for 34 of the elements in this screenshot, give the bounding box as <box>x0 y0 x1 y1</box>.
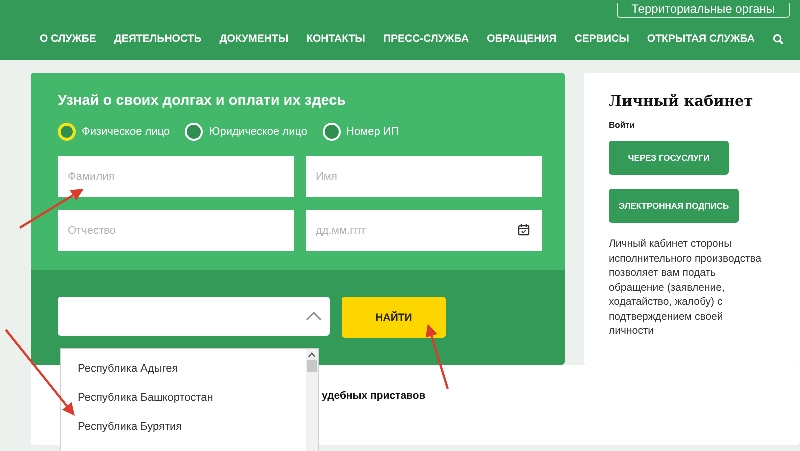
territorial-bodies-button[interactable]: Территориальные органы <box>616 3 790 18</box>
annotation-arrow <box>426 324 450 390</box>
person-type-radio[interactable]: Физическое лицо <box>58 123 170 141</box>
scrollbar-thumb[interactable] <box>307 360 317 372</box>
input-field[interactable]: Отчество <box>58 210 294 251</box>
login-option-button[interactable]: ЧЕРЕЗ ГОСУСЛУГИ <box>609 141 729 175</box>
calendar-icon[interactable] <box>518 224 530 236</box>
nav-link[interactable]: ДЕЯТЕЛЬНОСТЬ <box>114 33 202 45</box>
input-field[interactable]: Имя <box>306 156 542 197</box>
nav-link[interactable]: ДОКУМЕНТЫ <box>220 33 289 45</box>
form-title: Узнай о своих долгах и оплати их здесь <box>58 93 348 109</box>
scroll-up-icon[interactable] <box>308 352 316 358</box>
search-icon[interactable] <box>772 34 784 44</box>
find-button[interactable]: НАЙТИ <box>342 297 446 338</box>
date-field[interactable]: дд.мм.гггг <box>306 210 542 251</box>
scrollbar[interactable] <box>306 349 318 451</box>
region-option[interactable]: Республика Адыгея <box>61 355 306 384</box>
account-title: Личный кабинет <box>609 93 754 110</box>
region-option[interactable]: Республика Бурятия <box>61 413 306 442</box>
person-type-radio[interactable]: Юридическое лицо <box>185 123 308 141</box>
section-heading: удебных приставов <box>322 390 427 402</box>
nav-link[interactable]: ПРЕСС-СЛУЖБА <box>383 33 470 45</box>
login-label: Войти <box>609 120 636 130</box>
chevron-icon <box>306 312 322 321</box>
account-description: Личный кабинет стороны исполнительного производства позволяет вам подать обращение (заявление, ходатайство, жалобу) с подтверждением своей личности <box>609 237 763 338</box>
login-option-button[interactable]: ЭЛЕКТРОННАЯ ПОДПИСЬ <box>609 189 740 223</box>
nav-link[interactable]: ОБРАЩЕНИЯ <box>487 33 557 45</box>
nav-link[interactable]: КОНТАКТЫ <box>306 33 366 45</box>
nav-link[interactable]: О СЛУЖБЕ <box>40 33 96 45</box>
nav-link[interactable]: СЕРВИСЫ <box>574 33 630 45</box>
input-field[interactable]: Фамилия <box>58 156 294 197</box>
region-option[interactable]: Республика Башкортостан <box>61 384 306 413</box>
nav-link[interactable]: ОТКРЫТАЯ СЛУЖБА <box>647 33 755 45</box>
person-type-radio[interactable]: Номер ИП <box>322 123 400 141</box>
